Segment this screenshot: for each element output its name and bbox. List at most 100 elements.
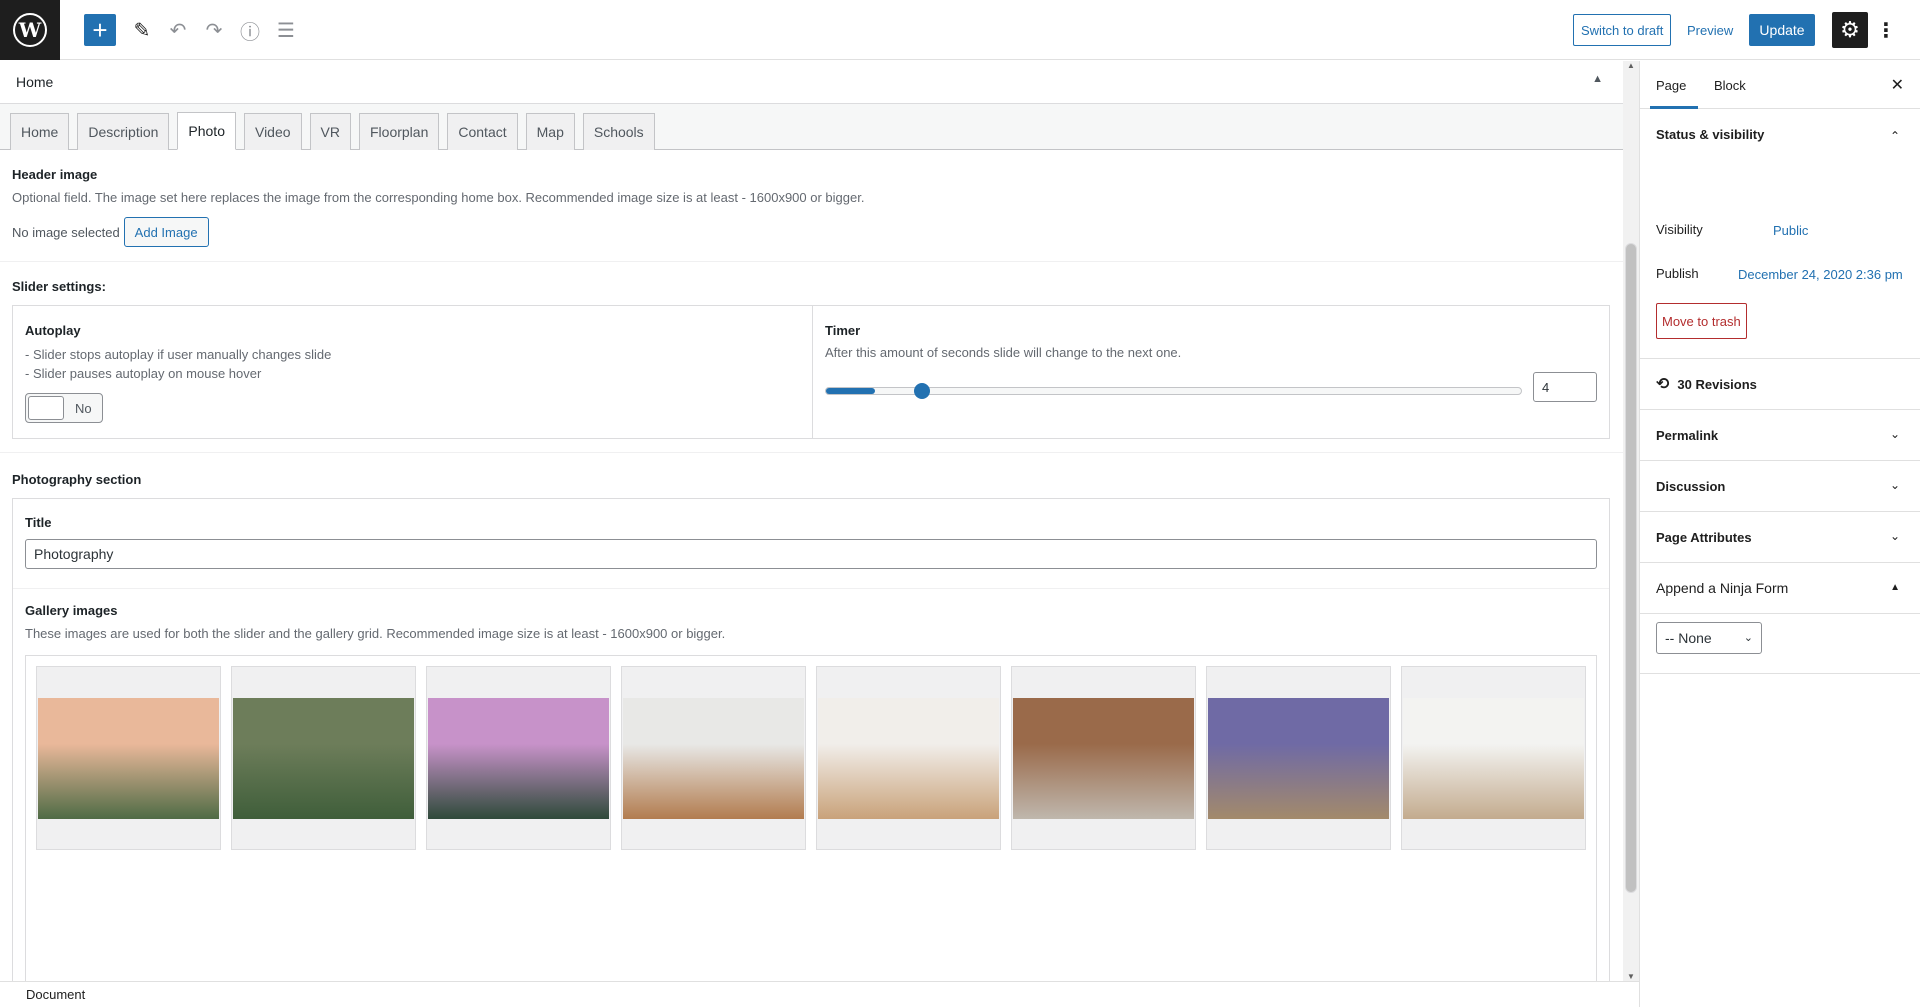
toggle-knob <box>28 396 64 420</box>
more-options-icon[interactable]: ⋮ <box>1874 12 1898 48</box>
gallery-thumbnail[interactable] <box>1206 666 1391 850</box>
list-view-icon[interactable]: ☰ <box>268 12 304 48</box>
tab-map[interactable]: Map <box>525 113 575 150</box>
tab-description[interactable]: Description <box>77 113 170 150</box>
autoplay-description-2: - Slider pauses autoplay on mouse hover <box>25 366 262 381</box>
chevron-down-icon[interactable]: ⌄ <box>1890 427 1900 441</box>
gallery-image-aerial-neighborhood <box>38 698 219 819</box>
metabox-title: Home <box>16 74 54 90</box>
visibility-value-link[interactable]: Public <box>1773 223 1808 238</box>
switch-to-draft-button[interactable]: Switch to draft <box>1573 14 1672 46</box>
status-visibility-panel: Status & visibility ⌃ Visibility Public … <box>1640 109 1920 359</box>
photography-section-label: Photography section <box>12 472 142 487</box>
status-visibility-title: Status & visibility <box>1656 126 1765 142</box>
move-to-trash-button[interactable]: Move to trash <box>1656 303 1747 339</box>
gallery-thumbnail[interactable] <box>36 666 221 850</box>
discussion-panel[interactable]: Discussion ⌄ <box>1640 461 1920 512</box>
gallery-image-living-room <box>1013 698 1194 819</box>
collapse-triangle-icon[interactable]: ▲ <box>1890 582 1900 593</box>
sidebar-tab-block[interactable]: Block <box>1714 61 1746 109</box>
scrollbar-thumb[interactable] <box>1625 243 1637 893</box>
gallery-image-house-exterior-night <box>1208 698 1389 819</box>
timer-range-fill <box>826 388 875 394</box>
gallery-image-aerial-house-tennis <box>233 698 414 819</box>
close-sidebar-icon[interactable]: ✕ <box>1891 75 1904 95</box>
slider-settings-label: Slider settings: <box>12 279 106 294</box>
info-icon[interactable]: ⓘ <box>232 12 268 48</box>
page-attributes-panel[interactable]: Page Attributes ⌄ <box>1640 512 1920 563</box>
gallery-thumbnails <box>36 666 1586 850</box>
timer-range-slider[interactable] <box>825 383 1522 399</box>
preview-button[interactable]: Preview <box>1679 14 1741 46</box>
timer-number-input[interactable] <box>1533 372 1597 402</box>
timer-range-handle[interactable] <box>913 383 930 399</box>
breadcrumb-footer: Document <box>0 981 1639 1007</box>
tab-home[interactable]: Home <box>10 113 70 150</box>
ninja-form-toggle[interactable]: Append a Ninja Form <box>1640 563 1920 613</box>
divider <box>0 452 1623 453</box>
autoplay-label: Autoplay <box>25 323 81 338</box>
autoplay-toggle[interactable]: No <box>25 393 103 423</box>
undo-icon[interactable]: ↶ <box>160 12 196 48</box>
no-image-selected-text: No image selected <box>12 224 120 240</box>
revisions-history-icon: ⟲ <box>1656 376 1670 393</box>
title-input[interactable] <box>25 539 1597 569</box>
gallery-thumbnail[interactable] <box>816 666 1001 850</box>
gallery-thumbnail[interactable] <box>1011 666 1196 850</box>
tab-photo[interactable]: Photo <box>177 112 236 150</box>
add-image-button[interactable]: Add Image <box>123 217 209 247</box>
tab-schools[interactable]: Schools <box>582 113 655 150</box>
photography-section-box: Title Gallery images These images are us… <box>12 498 1610 981</box>
scroll-down-arrow-icon[interactable]: ▼ <box>1627 972 1635 981</box>
gallery-thumbnail[interactable] <box>426 666 611 850</box>
gallery-images-description: These images are used for both the slide… <box>25 626 726 641</box>
chevron-down-icon[interactable]: ⌄ <box>1890 529 1900 543</box>
permalink-title: Permalink <box>1656 427 1719 443</box>
scroll-up-arrow-icon[interactable]: ▲ <box>1627 61 1635 70</box>
editor-toolbar: W + ✎ ↶ ↷ ⓘ ☰ Switch to draft Preview Up… <box>0 0 1920 60</box>
wordpress-logo-icon[interactable]: W <box>0 0 60 60</box>
revisions-panel[interactable]: ⟲ 30 Revisions <box>1640 359 1920 410</box>
gallery-image-white-kitchen <box>623 698 804 819</box>
editor-scrollbar[interactable]: ▲ ▼ <box>1623 61 1639 981</box>
gallery-image-open-living-space <box>1403 698 1584 819</box>
timer-description: After this amount of seconds slide will … <box>825 345 1182 360</box>
divider <box>0 261 1623 262</box>
permalink-panel[interactable]: Permalink ⌄ <box>1640 410 1920 461</box>
ninja-form-select[interactable]: -- None ⌄ <box>1656 622 1762 654</box>
tools-pencil-icon[interactable]: ✎ <box>124 12 160 48</box>
redo-icon[interactable]: ↷ <box>196 12 232 48</box>
ninja-form-select-value: -- None <box>1665 630 1712 646</box>
metabox-header[interactable]: Home ▲ <box>0 61 1623 104</box>
tab-vr[interactable]: VR <box>309 113 351 150</box>
update-button[interactable]: Update <box>1749 14 1815 46</box>
gallery-thumbnail[interactable] <box>231 666 416 850</box>
publish-date-link[interactable]: December 24, 2020 2:36 pm <box>1738 267 1903 282</box>
header-image-description: Optional field. The image set here repla… <box>12 190 865 205</box>
breadcrumb-document[interactable]: Document <box>26 987 85 1002</box>
tab-video[interactable]: Video <box>243 113 302 150</box>
page-attributes-title: Page Attributes <box>1656 529 1752 545</box>
gallery-thumbnail[interactable] <box>621 666 806 850</box>
status-visibility-toggle[interactable]: Status & visibility <box>1640 109 1920 159</box>
gallery-thumbnail[interactable] <box>1401 666 1586 850</box>
tab-contact[interactable]: Contact <box>447 113 518 150</box>
gallery-image-pool-terrace-dusk <box>428 698 609 819</box>
autoplay-description-1: - Slider stops autoplay if user manually… <box>25 347 332 362</box>
sidebar-tabs: Page Block ✕ <box>1640 61 1920 109</box>
metabox-tabs: Home Description Photo Video VR Floorpla… <box>0 104 1623 150</box>
gallery-frame <box>25 655 1597 981</box>
timer-label: Timer <box>825 323 861 338</box>
tab-floorplan[interactable]: Floorplan <box>359 113 440 150</box>
chevron-up-icon[interactable]: ⌃ <box>1890 129 1900 143</box>
title-label: Title <box>25 515 52 530</box>
add-block-button[interactable]: + <box>84 14 116 46</box>
collapse-triangle-icon[interactable]: ▲ <box>1592 73 1603 85</box>
gallery-images-label: Gallery images <box>25 603 118 618</box>
sidebar-tab-page[interactable]: Page <box>1649 61 1699 109</box>
gallery-image-bedroom-vaulted <box>818 698 999 819</box>
settings-gear-icon[interactable]: ⚙ <box>1832 12 1868 48</box>
editor-content: Home ▲ Home Description Photo Video VR F… <box>0 61 1623 981</box>
chevron-down-icon[interactable]: ⌄ <box>1890 478 1900 492</box>
revisions-link[interactable]: 30 Revisions <box>1677 377 1757 392</box>
